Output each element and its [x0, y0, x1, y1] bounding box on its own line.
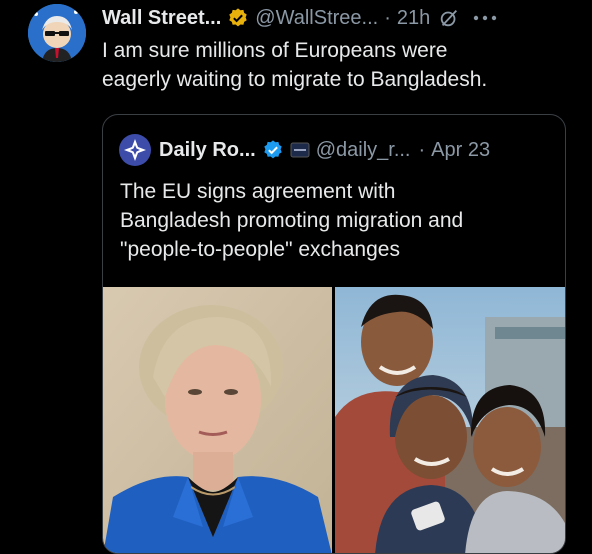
- quoted-author-avatar[interactable]: [119, 134, 151, 166]
- more-options-icon[interactable]: [472, 14, 498, 22]
- quoted-tweet-text: The EU signs agreement with Bangladesh p…: [120, 177, 550, 264]
- quoted-media-photo-right[interactable]: [335, 287, 565, 553]
- quoted-media-photo-left[interactable]: [103, 287, 332, 553]
- tweet-text-line: eagerly waiting to migrate to Bangladesh…: [102, 68, 488, 91]
- quoted-text-line: Bangladesh promoting migration and: [120, 209, 464, 232]
- quoted-text-line: The EU signs agreement with: [120, 180, 396, 203]
- tweet-time[interactable]: 21h: [397, 7, 430, 30]
- author-name[interactable]: Wall Street...: [102, 7, 221, 30]
- separator-dot: ·: [418, 138, 426, 161]
- tweet-header: Wall Street... @WallStree... · 21h: [102, 5, 582, 31]
- tweet-text-line: I am sure millions of Europeans were: [102, 39, 448, 62]
- quoted-text-line: "people-to-people" exchanges: [120, 238, 400, 261]
- quoted-tweet-date[interactable]: Apr 23: [431, 139, 490, 162]
- verified-gold-badge-icon[interactable]: [227, 7, 249, 29]
- quoted-author-handle[interactable]: @daily_r...: [316, 139, 411, 162]
- group-photo: [335, 287, 565, 553]
- separator-dot: ·: [384, 6, 391, 29]
- tweet-text: I am sure millions of Europeans were eag…: [102, 36, 572, 94]
- author-avatar[interactable]: [28, 4, 86, 62]
- author-handle[interactable]: @WallStree...: [255, 7, 378, 30]
- quoted-tweet-card[interactable]: Daily Ro... @daily_r... · Apr 23 The EU …: [102, 114, 566, 554]
- portrait-photo: [103, 287, 332, 553]
- quoted-tweet-header: Daily Ro... @daily_r... · Apr 23: [119, 134, 490, 166]
- quoted-author-name[interactable]: Daily Ro...: [159, 139, 256, 162]
- affiliate-badge-icon[interactable]: [290, 140, 310, 160]
- grok-icon[interactable]: [438, 7, 460, 29]
- verified-blue-badge-icon[interactable]: [262, 139, 284, 161]
- avatar-illustration: [28, 4, 86, 62]
